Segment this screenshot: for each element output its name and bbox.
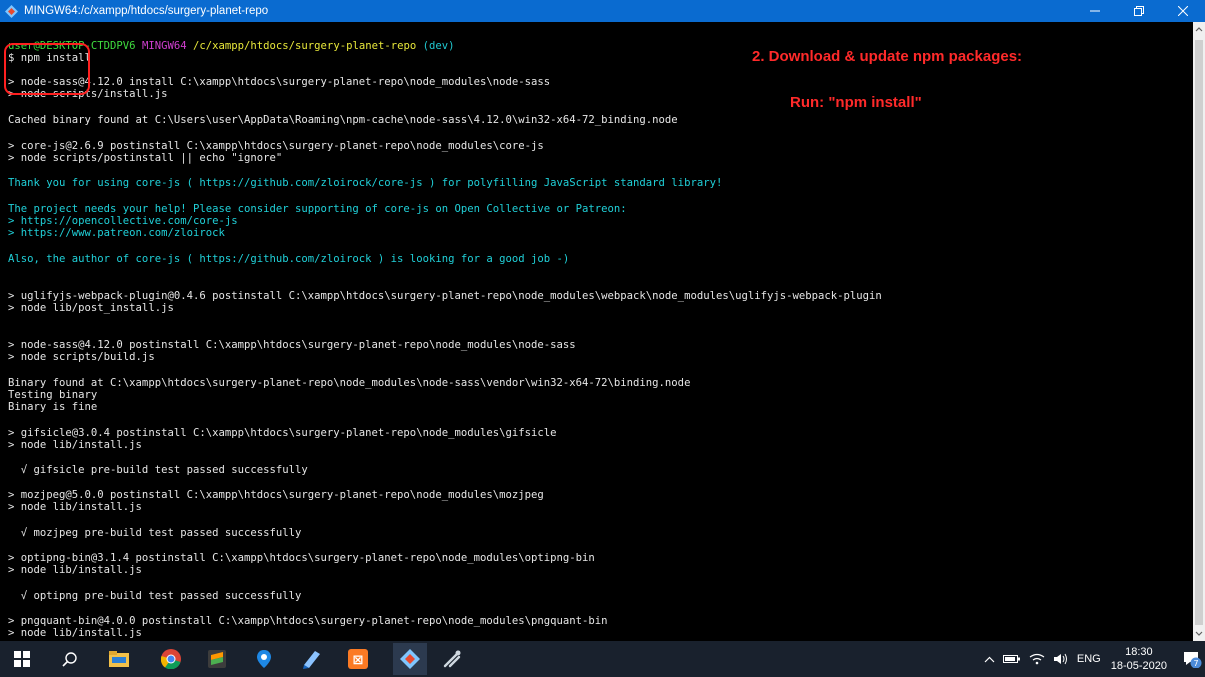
clock[interactable]: 18:30 18-05-2020 [1111,645,1167,673]
output-line: > core-js@2.6.9 postinstall C:\xampp\htd… [8,140,544,152]
chevron-up-tray-icon[interactable] [984,656,995,663]
output-line: > node lib/install.js [8,564,142,576]
annotation-step-title: 2. Download & update npm packages: [752,48,1023,65]
sublime-text-icon[interactable] [205,647,229,671]
svg-text:⊠: ⊠ [353,653,364,668]
system-tray: ENG 18:30 18-05-2020 7 [984,641,1205,677]
output-line: The project needs your help! Please cons… [8,203,627,215]
window-title: MINGW64:/c/xampp/htdocs/surgery-planet-r… [24,5,269,17]
output-line: Thank you for using core-js ( https://gi… [8,177,723,189]
output-line: > mozjpeg@5.0.0 postinstall C:\xampp\htd… [8,489,544,501]
output-line: √ gifsicle pre-build test passed success… [8,464,308,476]
chevron-down-icon [1195,631,1203,636]
windows-start-icon[interactable] [10,647,34,671]
scroll-down-button[interactable] [1193,627,1205,641]
postman-icon[interactable] [440,647,464,671]
git-bash-taskbar-icon[interactable] [393,643,427,675]
clock-time: 18:30 [1125,646,1153,658]
prompt-branch: (dev) [422,40,455,52]
volume-icon[interactable] [1053,653,1069,665]
language-indicator[interactable]: ENG [1077,653,1101,665]
output-line: √ optipng pre-build test passed successf… [8,590,302,602]
output-line: Binary is fine [8,401,98,413]
scroll-thumb[interactable] [1195,40,1203,625]
annotation-run-hint: Run: "npm install" [790,94,922,111]
output-line: > node scripts/postinstall || echo "igno… [8,152,283,164]
window-titlebar[interactable]: MINGW64:/c/xampp/htdocs/surgery-planet-r… [0,0,1205,22]
output-line: > node lib/post_install.js [8,302,174,314]
minimize-icon [1090,10,1100,12]
scroll-up-button[interactable] [1193,22,1205,36]
close-icon [1178,6,1188,16]
close-button[interactable] [1161,0,1205,22]
output-line: Binary found at C:\xampp\htdocs\surgery-… [8,377,691,389]
output-line: Testing binary [8,389,98,401]
output-line: > node lib/install.js [8,501,142,513]
output-line: > https://opencollective.com/core-js [8,215,238,227]
output-line: Also, the author of core-js ( https://gi… [8,253,570,265]
battery-icon[interactable] [1002,654,1021,664]
notification-icon: 7 [1184,652,1202,668]
output-line: Cached binary found at C:\Users\user\App… [8,114,678,126]
output-line: > node lib/install.js [8,627,142,639]
chrome-icon[interactable] [159,647,183,671]
minimize-button[interactable] [1073,0,1117,22]
restore-button[interactable] [1117,0,1161,22]
output-line: > node-sass@4.12.0 postinstall C:\xampp\… [8,339,576,351]
taskbar: ⊠ ENG 18:30 18-05-2020 7 [0,641,1205,677]
xampp-icon[interactable]: ⊠ [346,647,370,671]
maps-icon[interactable] [252,647,276,671]
terminal-output[interactable]: user@DESKTOP-CTDDPV6 MINGW64 /c/xampp/ht… [0,22,1193,641]
output-line: > gifsicle@3.0.4 postinstall C:\xampp\ht… [8,427,557,439]
chevron-up-icon [1195,27,1203,32]
clock-date: 18-05-2020 [1110,660,1167,672]
notification-count: 7 [1193,659,1198,668]
search-icon[interactable] [58,647,82,671]
notepad-plus-icon[interactable] [299,647,323,671]
vertical-scrollbar[interactable] [1193,22,1205,641]
output-line: > node scripts/build.js [8,351,155,363]
command-highlight-box [4,43,90,95]
notification-center-button[interactable]: 7 [1179,641,1205,677]
output-line: > https://www.patreon.com/zloirock [8,227,225,239]
output-line: > node lib/install.js [8,439,142,451]
wifi-icon[interactable] [1029,653,1045,665]
file-explorer-icon[interactable] [107,647,131,671]
prompt-system: MINGW64 [141,40,187,52]
output-line: > optipng-bin@3.1.4 postinstall C:\xampp… [8,552,595,564]
git-bash-icon [5,4,18,18]
prompt-path: /c/xampp/htdocs/surgery-planet-repo [193,40,417,52]
output-line: √ mozjpeg pre-build test passed successf… [8,527,302,539]
restore-icon [1134,6,1144,16]
output-line: > uglifyjs-webpack-plugin@0.4.6 postinst… [8,290,882,302]
output-line: > pngquant-bin@4.0.0 postinstall C:\xamp… [8,615,608,627]
